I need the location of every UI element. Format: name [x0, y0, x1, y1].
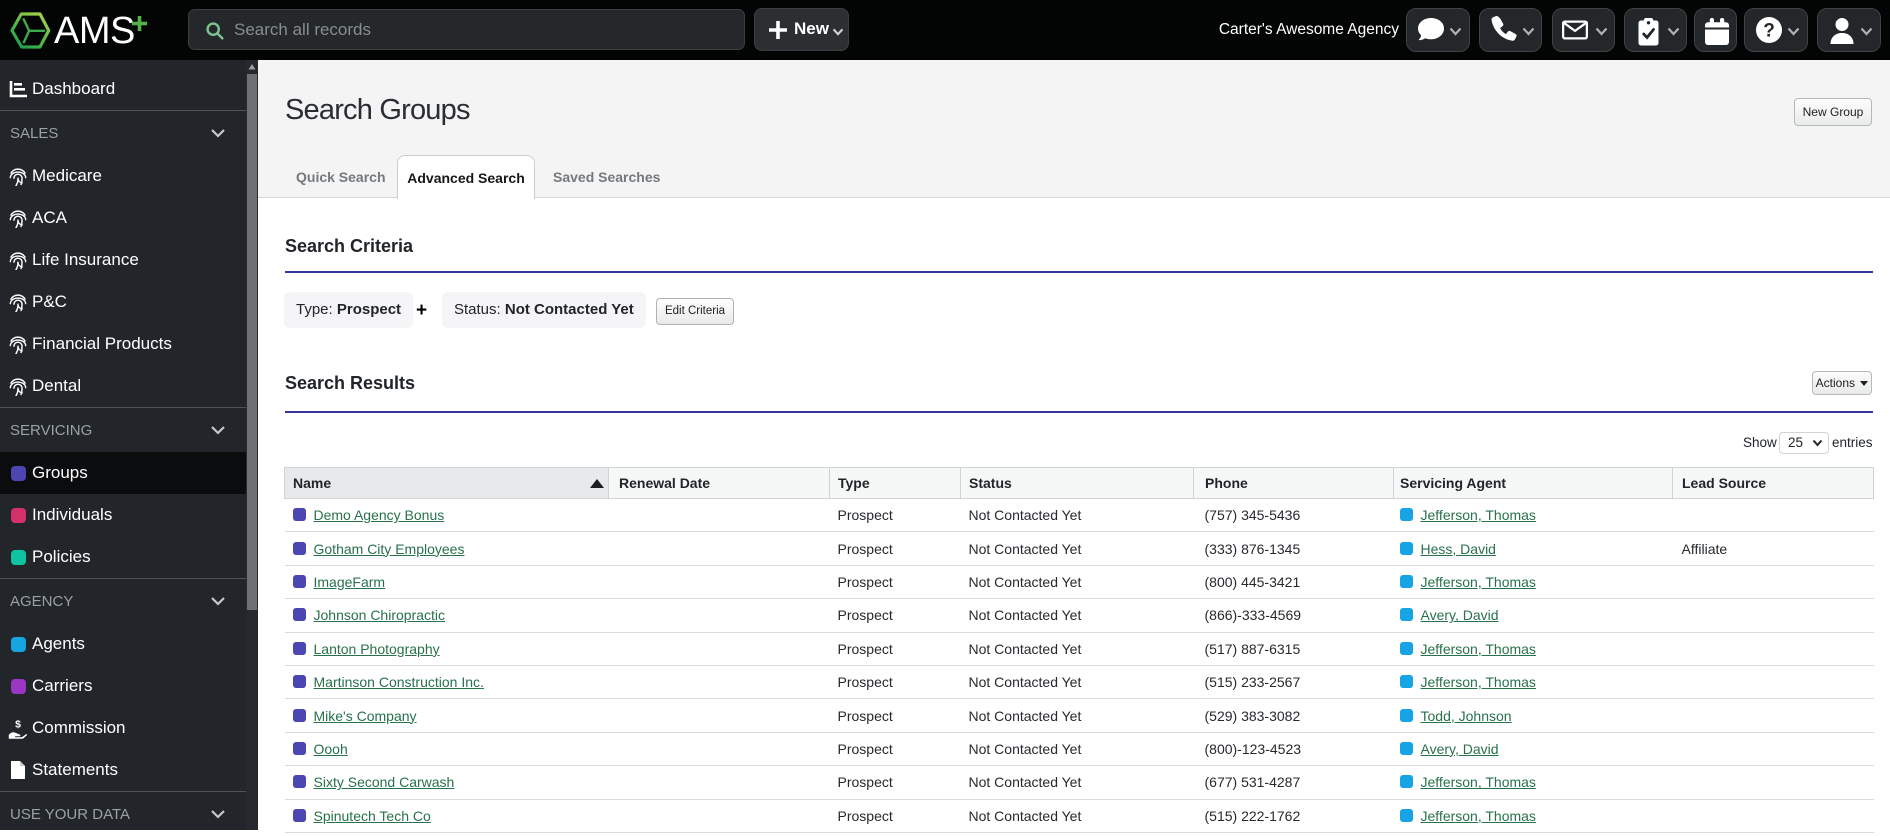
svg-text:?: ?	[1763, 21, 1775, 42]
svg-text:$: $	[15, 719, 21, 730]
